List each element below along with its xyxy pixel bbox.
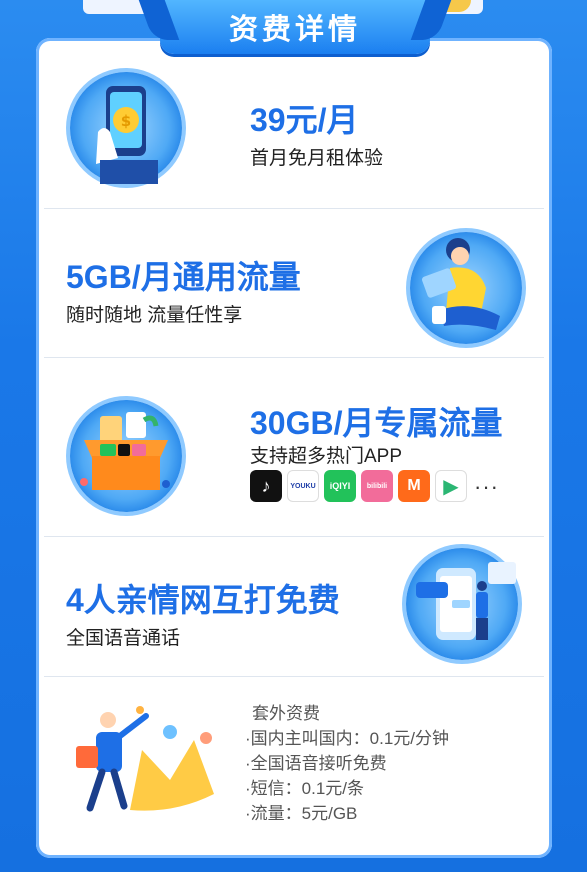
monthly-fee-sub: 首月免月租体验 bbox=[250, 148, 384, 169]
divider bbox=[44, 208, 544, 209]
section-title-tab: 资费详情 bbox=[160, 0, 430, 54]
general-data-sub: 随时随地 流量任性享 bbox=[66, 305, 243, 326]
svg-text:$: $ bbox=[121, 112, 131, 130]
more-apps-indicator: ··· bbox=[474, 474, 499, 499]
extra-fee-call: ·国内主叫国内：0.1元/分钟 bbox=[245, 729, 450, 748]
extra-fees-title: 套外资费 bbox=[252, 704, 320, 723]
dedicated-data-heading: 30GB/月专属流量 bbox=[250, 405, 503, 441]
divider bbox=[44, 676, 544, 677]
phone-chat-person-icon bbox=[406, 548, 518, 660]
gift-box-apps-icon bbox=[70, 400, 182, 512]
divider bbox=[44, 357, 544, 358]
extra-fee-data: ·流量：5元/GB bbox=[245, 804, 358, 823]
phone-coin-icon: $ bbox=[70, 72, 182, 184]
mgtv-icon: M bbox=[398, 470, 430, 502]
douyin-icon: ♪ bbox=[250, 470, 282, 502]
divider bbox=[44, 536, 544, 537]
dedicated-data-sub: 支持超多热门APP bbox=[250, 446, 403, 467]
section-title: 资费详情 bbox=[228, 14, 361, 46]
monthly-fee-heading: 39元/月 bbox=[250, 102, 359, 138]
family-network-sub: 全国语音通话 bbox=[66, 628, 181, 649]
businessman-crown-illustration bbox=[70, 690, 230, 840]
youku-icon: YOUKU bbox=[287, 470, 319, 502]
bilibili-icon: bilibili bbox=[361, 470, 393, 502]
tencent-video-icon: ▶ bbox=[435, 470, 467, 502]
extra-fee-sms: ·短信：0.1元/条 bbox=[245, 779, 365, 798]
extra-fee-receive: ·全国语音接听免费 bbox=[245, 754, 387, 773]
family-network-heading: 4人亲情网互打免费 bbox=[66, 582, 340, 618]
general-data-heading: 5GB/月通用流量 bbox=[66, 259, 301, 295]
iqiyi-icon: iQIYI bbox=[324, 470, 356, 502]
person-laptop-icon bbox=[410, 232, 522, 344]
